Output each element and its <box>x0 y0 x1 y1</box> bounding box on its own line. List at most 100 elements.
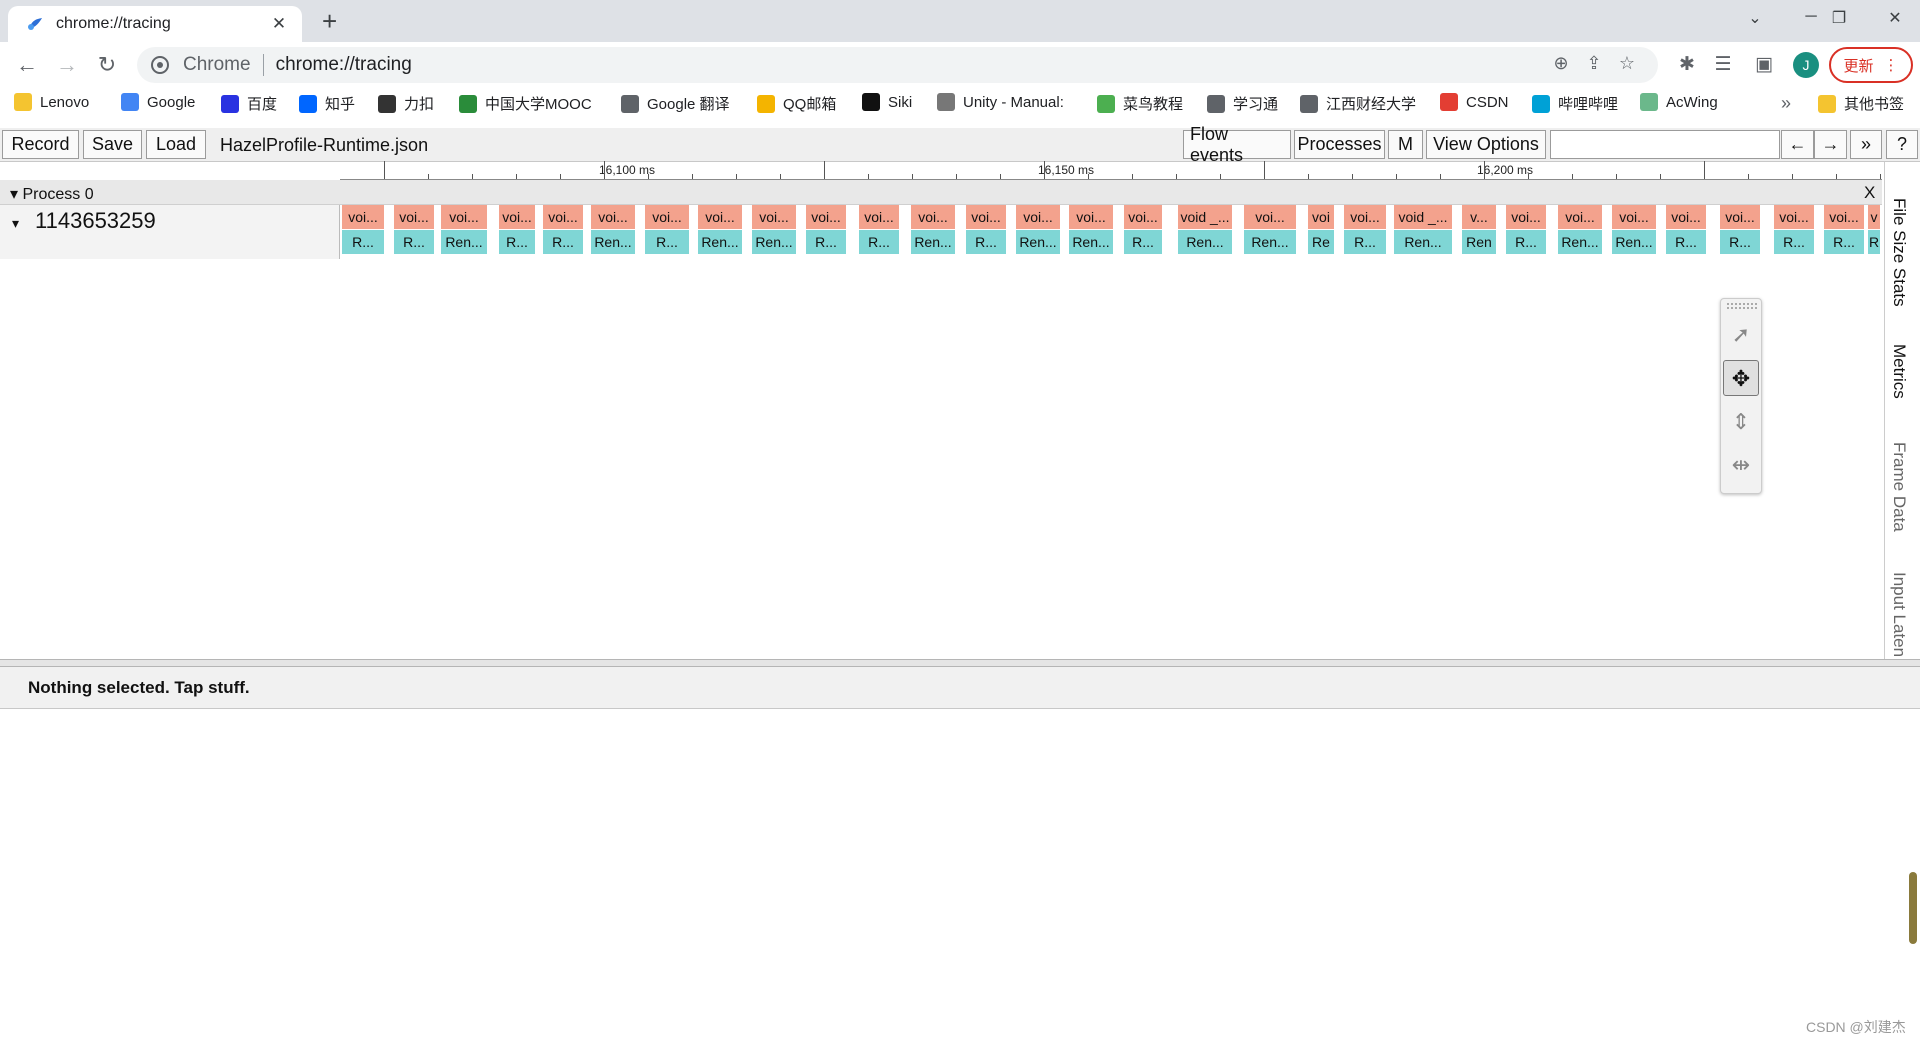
trace-slice-render[interactable]: Re <box>1308 230 1334 254</box>
trace-slice-void[interactable]: void _... <box>1178 205 1232 229</box>
restore-icon[interactable]: ❐ <box>1824 8 1854 28</box>
bookmark-other[interactable]: 其他书签 <box>1818 93 1904 114</box>
bookmark-item[interactable]: 哔哩哔哩 <box>1532 93 1618 114</box>
trace-slice-void[interactable]: voi... <box>499 205 535 229</box>
trace-slice-void[interactable]: voi... <box>543 205 583 229</box>
bookmark-item[interactable]: Lenovo <box>14 93 89 111</box>
trace-slice-void[interactable]: voi... <box>394 205 434 229</box>
trace-slice-void[interactable]: voi... <box>591 205 635 229</box>
bookmark-item[interactable]: Google <box>121 93 195 111</box>
trace-slice-void[interactable]: void _... <box>1394 205 1452 229</box>
trace-slice-render[interactable]: R <box>1868 230 1880 254</box>
trace-slice-void[interactable]: voi... <box>1016 205 1060 229</box>
bookmark-item[interactable]: Unity - Manual: <box>937 93 1064 111</box>
trace-slice-void[interactable]: voi... <box>1124 205 1162 229</box>
extensions-icon[interactable]: ✱ <box>1673 53 1701 76</box>
time-ruler[interactable]: 16,100 ms 16,150 ms 16,200 ms <box>340 161 1882 180</box>
sidebar-toggle-button[interactable]: » <box>1850 130 1882 159</box>
new-tab-icon[interactable]: + <box>322 8 337 34</box>
trace-slice-render[interactable]: Ren... <box>1069 230 1113 254</box>
trace-slice-void[interactable]: voi... <box>342 205 384 229</box>
trace-slice-void[interactable]: voi... <box>698 205 742 229</box>
url-text[interactable]: chrome://tracing <box>276 54 412 76</box>
bookmark-item[interactable]: 学习通 <box>1207 93 1278 114</box>
side-panel-icon[interactable]: ▣ <box>1750 53 1778 76</box>
find-next-button[interactable]: → <box>1814 130 1847 159</box>
trace-slice-void[interactable]: voi... <box>911 205 955 229</box>
tab-search-chevron-icon[interactable]: ⌄ <box>1740 8 1770 28</box>
trace-slice-void[interactable]: voi... <box>645 205 689 229</box>
trace-slice-void[interactable]: voi... <box>806 205 846 229</box>
trace-slice-render[interactable]: R... <box>1824 230 1864 254</box>
trace-slice-render[interactable]: R... <box>342 230 384 254</box>
view-options-button[interactable]: View Options <box>1426 130 1546 159</box>
trace-slice-render[interactable]: Ren... <box>1178 230 1232 254</box>
trace-slice-render[interactable]: Ren <box>1462 230 1496 254</box>
trace-slice-render[interactable]: R... <box>1720 230 1760 254</box>
trace-slice-void[interactable]: v... <box>1462 205 1496 229</box>
forward-icon[interactable]: → <box>52 50 82 80</box>
bookmark-item[interactable]: 中国大学MOOC <box>459 93 592 114</box>
side-tab-frame-data[interactable]: Frame Data <box>1889 442 1909 532</box>
trace-slice-render[interactable]: R... <box>966 230 1006 254</box>
update-button[interactable]: 更新 ⋮ <box>1829 47 1913 83</box>
scrollbar-thumb[interactable] <box>1909 872 1917 944</box>
load-button[interactable]: Load <box>146 130 206 159</box>
trace-slice-render[interactable]: R... <box>1344 230 1386 254</box>
trace-slice-render[interactable]: Ren... <box>441 230 487 254</box>
trace-slice-render[interactable]: Ren... <box>911 230 955 254</box>
trace-slice-render[interactable]: Ren... <box>1016 230 1060 254</box>
bookmark-item[interactable]: 知乎 <box>299 93 355 114</box>
panel-splitter[interactable] <box>0 659 1920 667</box>
bookmark-item[interactable]: QQ邮箱 <box>757 93 836 114</box>
trace-slice-render[interactable]: Ren... <box>1394 230 1452 254</box>
trace-slice-void[interactable]: voi... <box>859 205 899 229</box>
side-tab-input-latency[interactable]: Input Laten <box>1889 572 1909 657</box>
bookmark-item[interactable]: AcWing <box>1640 93 1718 111</box>
trace-slice-void[interactable]: voi <box>1308 205 1334 229</box>
trace-slice-render[interactable]: Ren... <box>591 230 635 254</box>
trace-slice-render[interactable]: Ren... <box>698 230 742 254</box>
trace-slice-void[interactable]: voi... <box>1244 205 1296 229</box>
window-close-icon[interactable]: ✕ <box>1880 8 1910 28</box>
zoom-icon[interactable]: ⊕ <box>1547 53 1575 74</box>
trace-slice-render[interactable]: R... <box>1774 230 1814 254</box>
trace-slice-void[interactable]: voi... <box>441 205 487 229</box>
selection-mode-icon[interactable]: ➚ <box>1723 317 1759 353</box>
bookmark-item[interactable]: CSDN <box>1440 93 1509 111</box>
trace-slice-render[interactable]: R... <box>394 230 434 254</box>
bookmark-item[interactable]: 百度 <box>221 93 277 114</box>
trace-slice-void[interactable]: voi... <box>1824 205 1864 229</box>
flow-events-button[interactable]: Flow events <box>1183 124 1291 165</box>
trace-slice-render[interactable]: R... <box>543 230 583 254</box>
bookmark-star-icon[interactable]: ☆ <box>1613 53 1641 74</box>
back-icon[interactable]: ← <box>12 50 42 80</box>
zoom-mode-icon[interactable]: ⇕ <box>1723 404 1759 440</box>
trace-slice-render[interactable]: Ren... <box>1244 230 1296 254</box>
trace-slice-void[interactable]: voi... <box>1506 205 1546 229</box>
find-previous-button[interactable]: ← <box>1781 130 1814 159</box>
trace-slice-void[interactable]: voi... <box>1344 205 1386 229</box>
help-button[interactable]: ? <box>1886 130 1918 159</box>
record-button[interactable]: Record <box>2 130 79 159</box>
save-button[interactable]: Save <box>83 130 142 159</box>
tab-chrome-tracing[interactable]: chrome://tracing ✕ <box>8 6 302 42</box>
trace-slice-void[interactable]: voi... <box>1774 205 1814 229</box>
timing-mode-icon[interactable]: ⇹ <box>1723 447 1759 483</box>
trace-slice-render[interactable]: R... <box>859 230 899 254</box>
trace-slice-render[interactable]: Ren... <box>752 230 796 254</box>
bookmarks-overflow-icon[interactable]: » <box>1781 93 1791 114</box>
trace-slice-render[interactable]: R... <box>806 230 846 254</box>
thread-track[interactable]: ▾ 1143653259 voi... R... voi... R... voi... Re… <box>0 205 1882 259</box>
trace-slice-void[interactable]: voi... <box>1558 205 1602 229</box>
trace-slice-render[interactable]: R... <box>1666 230 1706 254</box>
trace-slice-render[interactable]: Ren... <box>1558 230 1602 254</box>
reload-icon[interactable]: ↻ <box>92 50 122 80</box>
side-tab-metrics[interactable]: Metrics <box>1889 344 1909 399</box>
tab-close-icon[interactable]: ✕ <box>268 14 290 34</box>
profile-avatar[interactable]: J <box>1793 52 1819 78</box>
trace-slice-void[interactable]: voi... <box>1720 205 1760 229</box>
media-queue-icon[interactable]: ☰ <box>1709 53 1737 76</box>
trace-slice-render[interactable]: R... <box>1124 230 1162 254</box>
thread-label[interactable]: ▾ 1143653259 <box>0 205 340 259</box>
